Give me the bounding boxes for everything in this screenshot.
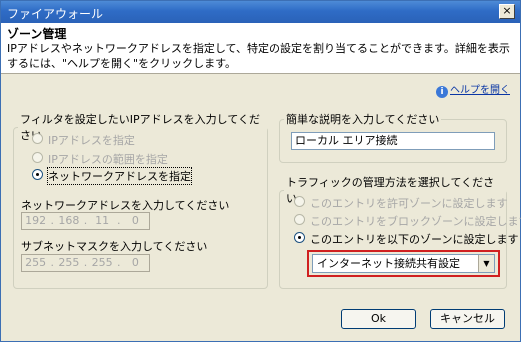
page-description: IPアドレスやネットワークアドレスを指定して、特定の設定を割り当てることができま… bbox=[7, 42, 510, 70]
firewall-window: ファイアウォール × ゾーン管理 IPアドレスやネットワークアドレスを指定して、… bbox=[0, 0, 521, 342]
radio-icon bbox=[32, 169, 43, 180]
octet-3: 255 bbox=[91, 256, 113, 269]
zone-select[interactable]: インターネット接続共有設定 ▼ bbox=[312, 254, 495, 273]
octet-1: 192 bbox=[25, 214, 47, 227]
window-title: ファイアウォール bbox=[7, 7, 104, 21]
octet-2: 255 bbox=[58, 256, 80, 269]
radio-ip-single-label: IPアドレスを指定 bbox=[48, 134, 135, 147]
help-link-label: ヘルプを開く bbox=[450, 85, 510, 96]
ok-button[interactable]: Ok bbox=[341, 309, 416, 329]
close-icon: × bbox=[502, 4, 512, 17]
description-input[interactable]: ローカル エリア接続 bbox=[291, 132, 495, 150]
network-address-label: ネットワークアドレスを入力してください bbox=[21, 199, 230, 212]
radio-icon bbox=[294, 232, 305, 243]
radio-icon bbox=[294, 214, 305, 225]
octet-2: 168 bbox=[58, 214, 80, 227]
close-button[interactable]: × bbox=[499, 4, 515, 19]
radio-icon bbox=[294, 196, 305, 207]
octet-1: 255 bbox=[25, 256, 47, 269]
radio-block-zone-label: このエントリをブロックゾーンに設定します bbox=[310, 215, 521, 228]
chevron-down-icon[interactable]: ▼ bbox=[478, 255, 494, 272]
title-bar[interactable]: ファイアウォール × bbox=[1, 1, 520, 23]
page-title: ゾーン管理 bbox=[7, 27, 67, 41]
help-link[interactable]: i ヘルプを開く bbox=[436, 81, 510, 98]
radio-icon bbox=[32, 152, 43, 163]
radio-allow-zone-label: このエントリを許可ゾーンに設定します bbox=[310, 197, 508, 210]
octet-3: 11 bbox=[95, 214, 110, 227]
description-legend: 簡単な説明を入力してください bbox=[286, 113, 440, 126]
octet-4: 0 bbox=[131, 214, 139, 227]
zone-select-highlight: インターネット接続共有設定 ▼ bbox=[307, 250, 500, 277]
subnet-mask-label: サブネットマスクを入力してください bbox=[21, 240, 208, 253]
radio-icon bbox=[32, 133, 43, 144]
radio-ip-range-label: IPアドレスの範囲を指定 bbox=[48, 153, 168, 166]
zone-select-value: インターネット接続共有設定 bbox=[317, 257, 460, 270]
radio-custom-zone-label: このエントリを以下のゾーンに設定します bbox=[310, 233, 519, 246]
info-icon: i bbox=[436, 86, 448, 98]
network-address-input[interactable]: 192. 168. 11. 0 bbox=[21, 212, 150, 230]
cancel-button[interactable]: キャンセル bbox=[430, 309, 505, 329]
dialog-header: ゾーン管理 IPアドレスやネットワークアドレスを指定して、特定の設定を割り当てる… bbox=[1, 23, 520, 74]
octet-4: 0 bbox=[131, 256, 139, 269]
radio-network-address-label: ネットワークアドレスを指定 bbox=[47, 167, 192, 185]
subnet-mask-input[interactable]: 255. 255. 255. 0 bbox=[21, 254, 150, 272]
